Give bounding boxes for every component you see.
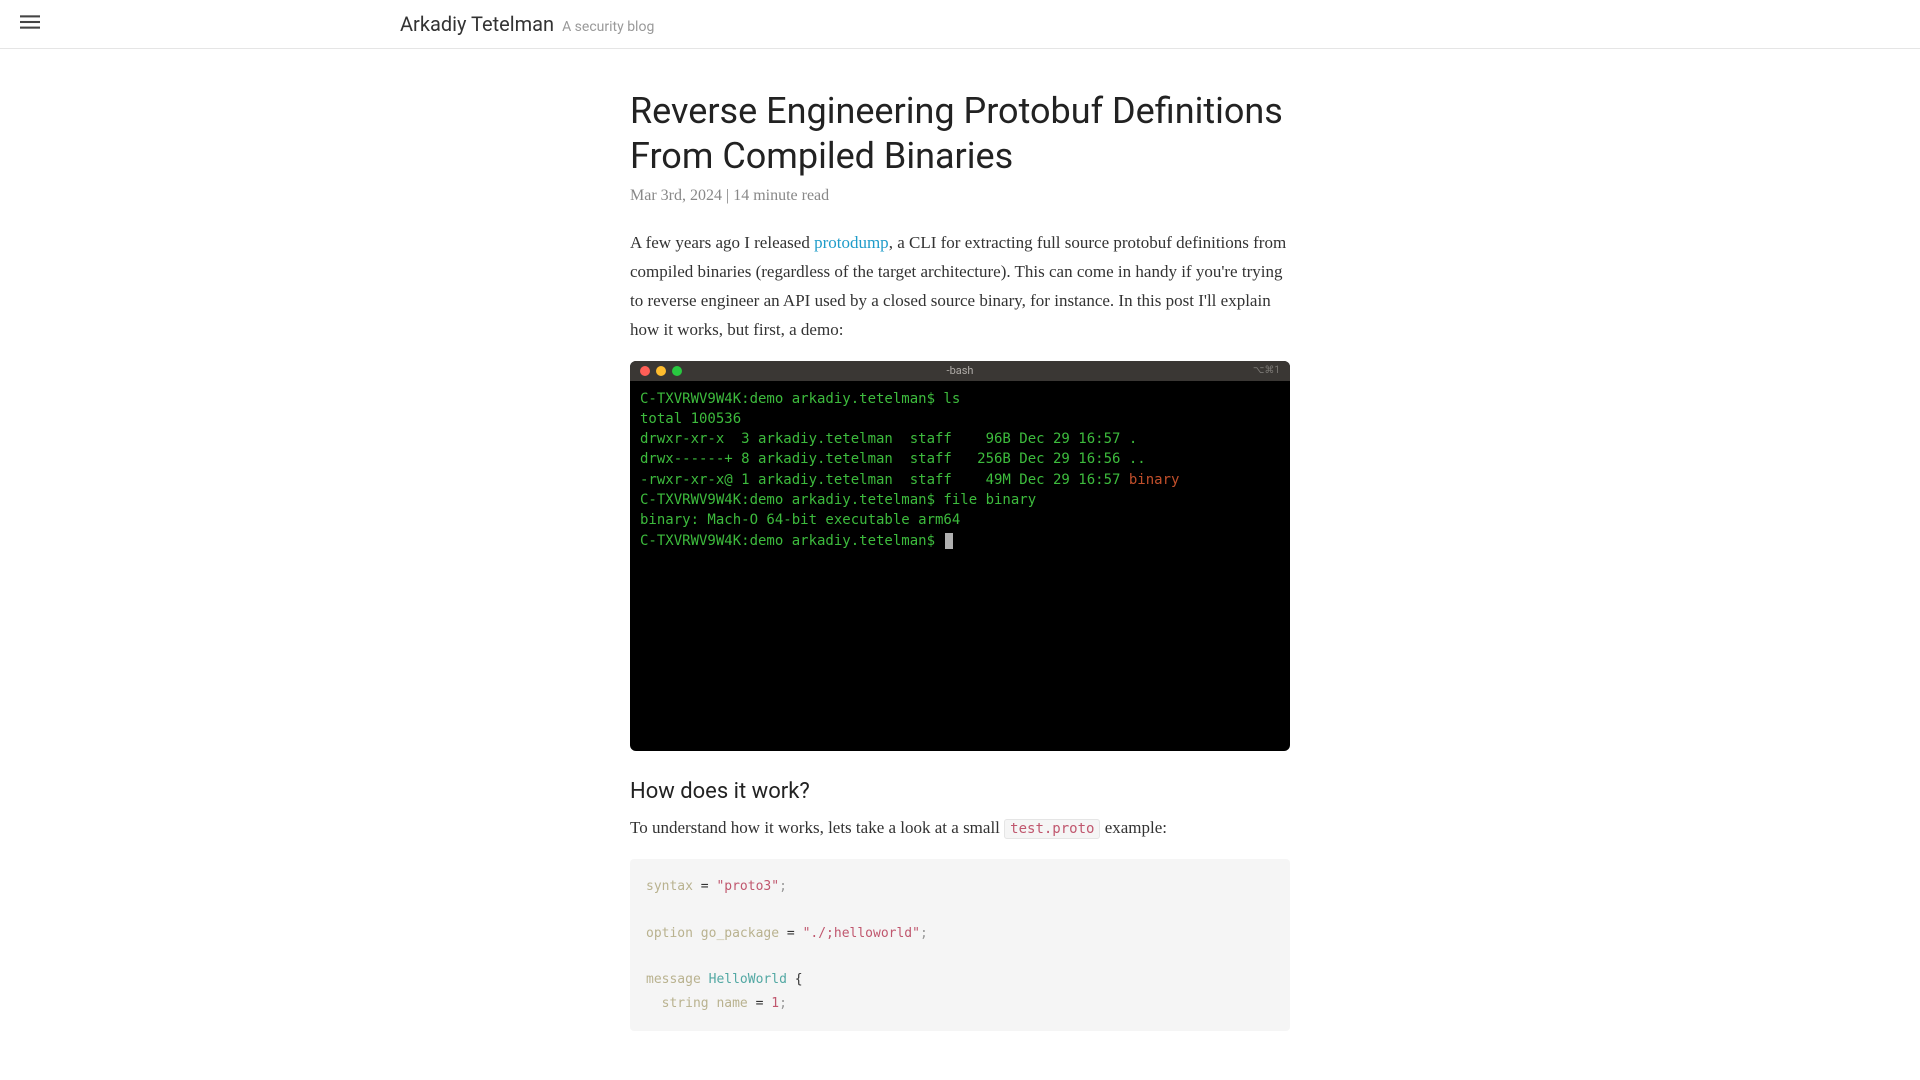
cursor-icon xyxy=(945,533,953,549)
terminal-line: C-TXVRWV9W4K:demo arkadiy.tetelman$ ls xyxy=(640,389,1280,409)
terminal-right-label: ⌥⌘1 xyxy=(1253,365,1280,376)
terminal-titlebar: -bash ⌥⌘1 xyxy=(630,361,1290,381)
terminal-line: C-TXVRWV9W4K:demo arkadiy.tetelman$ xyxy=(640,531,1280,551)
terminal-body: C-TXVRWV9W4K:demo arkadiy.tetelman$ lsto… xyxy=(630,381,1290,751)
brand-name: Arkadiy Tetelman xyxy=(400,12,554,36)
terminal-line: drwxr-xr-x 3 arkadiy.tetelman staff 96B … xyxy=(640,429,1280,449)
protodump-link[interactable]: protodump xyxy=(814,233,889,252)
terminal-line: C-TXVRWV9W4K:demo arkadiy.tetelman$ file… xyxy=(640,490,1280,510)
terminal-line: binary: Mach-O 64-bit executable arm64 xyxy=(640,510,1280,530)
hamburger-menu-icon[interactable] xyxy=(20,12,40,36)
terminal-line: -rwxr-xr-x@ 1 arkadiy.tetelman staff 49M… xyxy=(640,470,1280,490)
brand-tagline: A security blog xyxy=(562,19,654,35)
terminal-demo: -bash ⌥⌘1 C-TXVRWV9W4K:demo arkadiy.tete… xyxy=(630,361,1290,751)
intro-paragraph: A few years ago I released protodump, a … xyxy=(630,229,1290,345)
window-minimize-icon xyxy=(656,366,666,376)
terminal-title: -bash xyxy=(947,364,974,377)
proto-codeblock: syntax = "proto3"; option go_package = "… xyxy=(630,859,1290,1031)
article-title: Reverse Engineering Protobuf Definitions… xyxy=(630,89,1290,179)
window-maximize-icon xyxy=(672,366,682,376)
section-title: How does it work? xyxy=(630,779,1290,804)
article-meta: Mar 3rd, 2024 | 14 minute read xyxy=(630,187,1290,205)
inline-code-filename: test.proto xyxy=(1004,819,1100,839)
window-close-icon xyxy=(640,366,650,376)
terminal-line: total 100536 xyxy=(640,409,1280,429)
section-paragraph: To understand how it works, lets take a … xyxy=(630,814,1290,843)
site-brand[interactable]: Arkadiy Tetelman A security blog xyxy=(400,12,654,36)
terminal-line: drwx------+ 8 arkadiy.tetelman staff 256… xyxy=(640,449,1280,469)
